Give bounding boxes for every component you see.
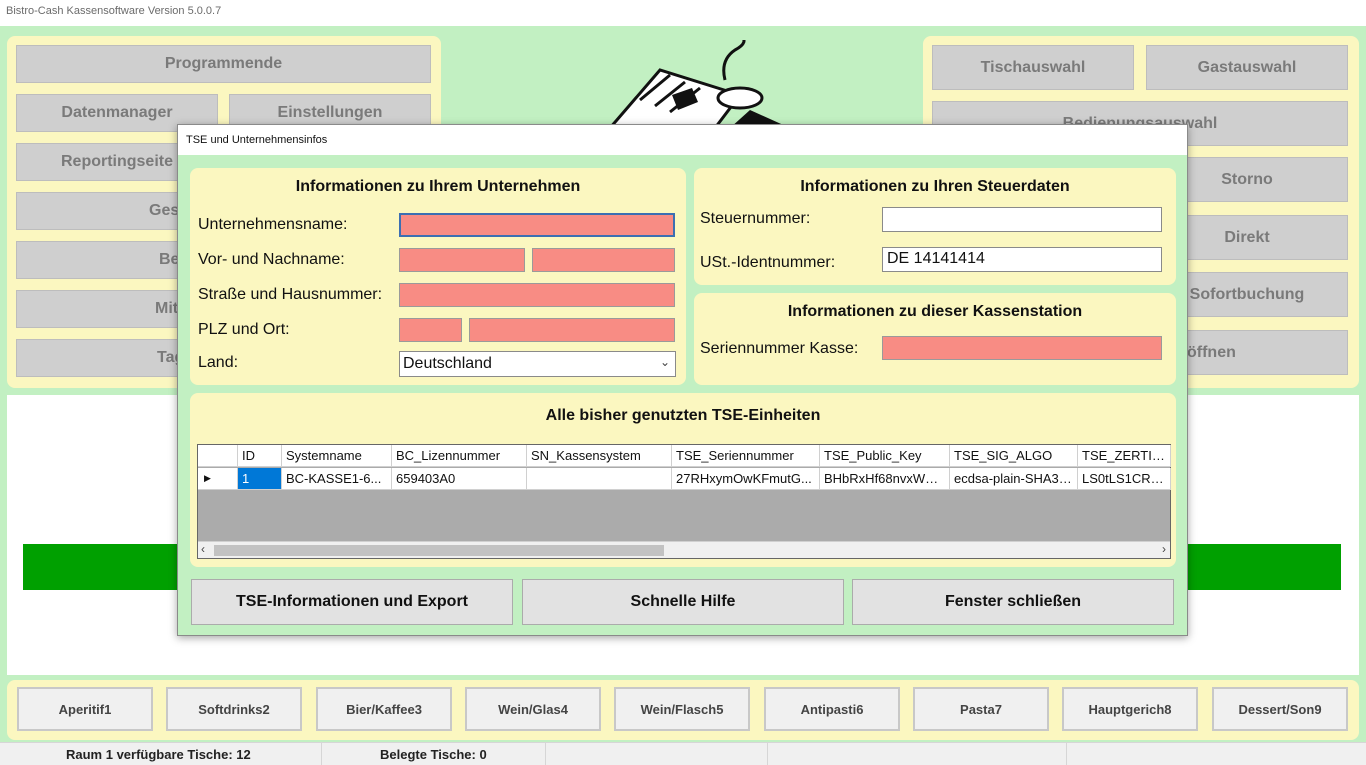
row-header-corner xyxy=(198,445,238,467)
column-header[interactable]: TSE_ZERTIFIK xyxy=(1078,445,1171,467)
horizontal-scrollbar[interactable]: ‹ › xyxy=(198,541,1170,558)
company-name-field[interactable] xyxy=(399,213,675,237)
country-value: Deutschland xyxy=(403,355,492,372)
company-name-label: Unternehmensname: xyxy=(198,216,348,233)
tse-export-button[interactable]: TSE-Informationen und Export xyxy=(191,579,513,625)
station-info-box: Informationen zu dieser Kassenstation Se… xyxy=(694,293,1176,385)
country-select[interactable]: Deutschland ⌄ xyxy=(399,351,676,377)
status-divider xyxy=(321,743,322,765)
quick-help-button[interactable]: Schnelle Hilfe xyxy=(522,579,844,625)
app-title: Bistro-Cash Kassensoftware Version 5.0.0… xyxy=(0,0,1366,26)
tse-units-box: Alle bisher genutzten TSE-Einheiten ID S… xyxy=(190,393,1176,567)
person-name-label: Vor- und Nachname: xyxy=(198,251,345,268)
ustid-label: USt.-Identnummer: xyxy=(700,254,836,271)
table-cell[interactable]: 1 xyxy=(238,468,282,490)
row-selector[interactable]: ▶ xyxy=(198,468,238,490)
table-cell[interactable]: LS0tLS1CRUdJ xyxy=(1078,468,1171,490)
status-bar: Raum 1 verfügbare Tische: 12 Belegte Tis… xyxy=(0,742,1366,765)
scrollbar-thumb[interactable] xyxy=(214,545,664,556)
table-cell[interactable]: 27RHxymOwKFmutG... xyxy=(672,468,820,490)
first-name-field[interactable] xyxy=(399,248,525,272)
status-belegt: Belegte Tische: 0 xyxy=(380,747,487,762)
status-divider xyxy=(1066,743,1067,765)
last-name-field[interactable] xyxy=(532,248,675,272)
table-cell[interactable] xyxy=(527,468,672,490)
category-button-4[interactable]: Wein/Glas4 xyxy=(465,687,601,731)
zip-field[interactable] xyxy=(399,318,462,342)
table-cell[interactable]: ecdsa-plain-SHA384 xyxy=(950,468,1078,490)
company-info-box: Informationen zu Ihrem Unternehmen Unter… xyxy=(190,168,686,385)
column-header[interactable]: SN_Kassensystem xyxy=(527,445,672,467)
tischauswahl-button[interactable]: Tischauswahl xyxy=(932,45,1134,90)
gastauswahl-button[interactable]: Gastauswahl xyxy=(1146,45,1348,90)
category-button-3[interactable]: Bier/Kaffee3 xyxy=(316,687,452,731)
city-field[interactable] xyxy=(469,318,675,342)
category-button-8[interactable]: Hauptgerich8 xyxy=(1062,687,1198,731)
steuernummer-field[interactable] xyxy=(882,207,1162,232)
column-header[interactable]: TSE_Public_Key xyxy=(820,445,950,467)
programmende-button[interactable]: Programmende xyxy=(16,45,431,83)
table-cell[interactable]: BC-KASSE1-6... xyxy=(282,468,392,490)
station-info-heading: Informationen zu dieser Kassenstation xyxy=(787,303,1083,320)
category-button-6[interactable]: Antipasti6 xyxy=(764,687,900,731)
company-info-heading: Informationen zu Ihrem Unternehmen xyxy=(295,178,581,195)
country-label: Land: xyxy=(198,354,239,371)
category-button-1[interactable]: Aperitif1 xyxy=(17,687,153,731)
category-button-9[interactable]: Dessert/Son9 xyxy=(1212,687,1348,731)
status-raum: Raum 1 verfügbare Tische: 12 xyxy=(66,747,251,762)
serial-field[interactable] xyxy=(882,336,1162,360)
zip-city-label: PLZ und Ort: xyxy=(198,321,290,338)
column-header[interactable]: BC_Lizennummer xyxy=(392,445,527,467)
column-header[interactable]: TSE_SIG_ALGO xyxy=(950,445,1078,467)
serial-label: Seriennummer Kasse: xyxy=(700,340,859,357)
column-header[interactable]: Systemname xyxy=(282,445,392,467)
tse-units-heading: Alle bisher genutzten TSE-Einheiten xyxy=(545,407,821,424)
table-cell[interactable]: BHbRxHf68nvxWb/... xyxy=(820,468,950,490)
table-cell[interactable]: 659403A0 xyxy=(392,468,527,490)
newspaper-coffee-logo xyxy=(606,40,790,130)
tse-units-table[interactable]: ID Systemname BC_Lizennummer SN_Kassensy… xyxy=(197,444,1171,559)
close-window-button[interactable]: Fenster schließen xyxy=(852,579,1174,625)
tax-info-box: Informationen zu Ihren Steuerdaten Steue… xyxy=(694,168,1176,285)
status-divider xyxy=(545,743,546,765)
column-header[interactable]: TSE_Seriennummer xyxy=(672,445,820,467)
category-button-2[interactable]: Softdrinks2 xyxy=(166,687,302,731)
category-button-7[interactable]: Pasta7 xyxy=(913,687,1049,731)
dialog-title: TSE und Unternehmensinfos xyxy=(178,125,1187,155)
tax-info-heading: Informationen zu Ihren Steuerdaten xyxy=(800,178,1070,195)
ustid-field[interactable]: DE 14141414 xyxy=(882,247,1162,272)
street-label: Straße und Hausnummer: xyxy=(198,286,383,303)
chevron-down-icon: ⌄ xyxy=(659,355,670,369)
scroll-right-icon[interactable]: › xyxy=(1162,542,1166,556)
column-header[interactable]: ID xyxy=(238,445,282,467)
status-divider xyxy=(767,743,768,765)
street-field[interactable] xyxy=(399,283,675,307)
scroll-left-icon[interactable]: ‹ xyxy=(201,542,205,556)
tse-dialog: TSE und Unternehmensinfos Informationen … xyxy=(177,124,1188,636)
category-button-5[interactable]: Wein/Flasch5 xyxy=(614,687,750,731)
steuernummer-label: Steuernummer: xyxy=(700,210,811,227)
